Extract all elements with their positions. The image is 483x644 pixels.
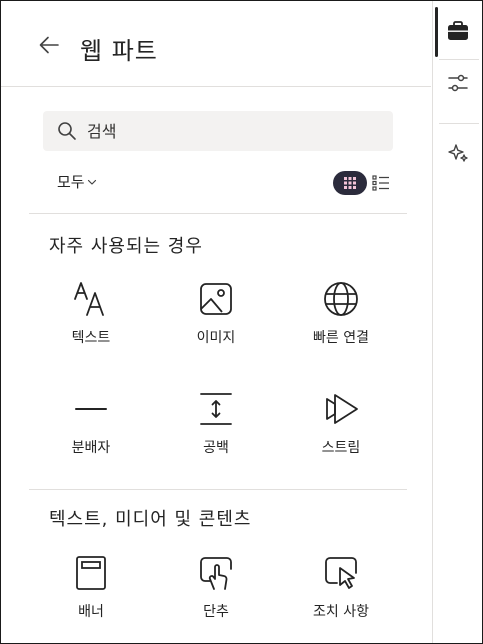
back-button[interactable]: [33, 29, 65, 61]
section-title-frequently-used: 자주 사용되는 경우: [49, 236, 203, 257]
section-divider: [29, 489, 407, 490]
search-icon: [58, 122, 76, 140]
divider-icon: [71, 389, 111, 429]
section-title-text-media-content: 텍스트, 미디어 및 콘텐츠: [49, 509, 252, 530]
globe-icon: [321, 279, 361, 319]
list-view-icon[interactable]: [371, 173, 391, 193]
property-pane-rail: [432, 1, 482, 643]
webpart-banner[interactable]: 배너: [31, 553, 151, 644]
filter-label: 모두: [57, 173, 85, 191]
button-icon: [196, 553, 236, 593]
search-input[interactable]: [87, 111, 377, 151]
webpart-label: 스트림: [321, 440, 361, 456]
sparkle-icon: [448, 144, 468, 162]
webpart-label: 텍스트: [71, 330, 111, 346]
webpart-call-to-action[interactable]: 조치 사항: [281, 553, 401, 644]
webpart-image[interactable]: 이미지: [156, 279, 276, 375]
webpart-spacer[interactable]: 공백: [156, 389, 276, 485]
search-box[interactable]: [43, 111, 393, 151]
text-icon: [71, 279, 111, 319]
webpart-label: 빠른 연결: [313, 330, 369, 346]
call-to-action-icon: [321, 553, 361, 593]
webpart-quick-links[interactable]: 빠른 연결: [281, 279, 401, 375]
rail-settings-button[interactable]: [433, 61, 483, 105]
category-filter-dropdown[interactable]: 모두: [57, 171, 97, 192]
webpart-label: 단추: [203, 604, 229, 620]
webpart-text[interactable]: 텍스트: [31, 279, 151, 375]
banner-icon: [71, 553, 111, 593]
rail-separator: [439, 59, 479, 60]
page-title: 웹 파트: [80, 37, 158, 65]
webpart-label: 분배자: [71, 440, 111, 456]
webpart-label: 이미지: [196, 330, 236, 346]
rail-separator: [439, 123, 479, 124]
toolbox-icon: [448, 21, 468, 40]
webpart-stream[interactable]: 스트림: [281, 389, 401, 485]
webpart-label: 조치 사항: [313, 604, 369, 620]
settings-sliders-icon: [448, 74, 468, 92]
grid-icon: [344, 177, 356, 189]
grid-view-toggle[interactable]: [333, 171, 367, 195]
web-parts-panel: 웹 파트 모두 자주 사용되는 경우: [1, 1, 431, 643]
webpart-label: 배너: [78, 604, 104, 620]
panel-header: 웹 파트: [1, 1, 431, 87]
stream-icon: [321, 389, 361, 429]
webpart-label: 공백: [203, 440, 229, 456]
rail-toolbox-button[interactable]: [433, 9, 483, 53]
section-divider: [29, 213, 407, 214]
webpart-divider[interactable]: 분배자: [31, 389, 151, 485]
rail-ai-assistant-button[interactable]: [433, 131, 483, 175]
spacer-icon: [196, 389, 236, 429]
webpart-button[interactable]: 단추: [156, 553, 276, 644]
arrow-left-icon: [39, 36, 59, 54]
chevron-down-icon: [87, 179, 96, 185]
image-icon: [196, 279, 236, 319]
